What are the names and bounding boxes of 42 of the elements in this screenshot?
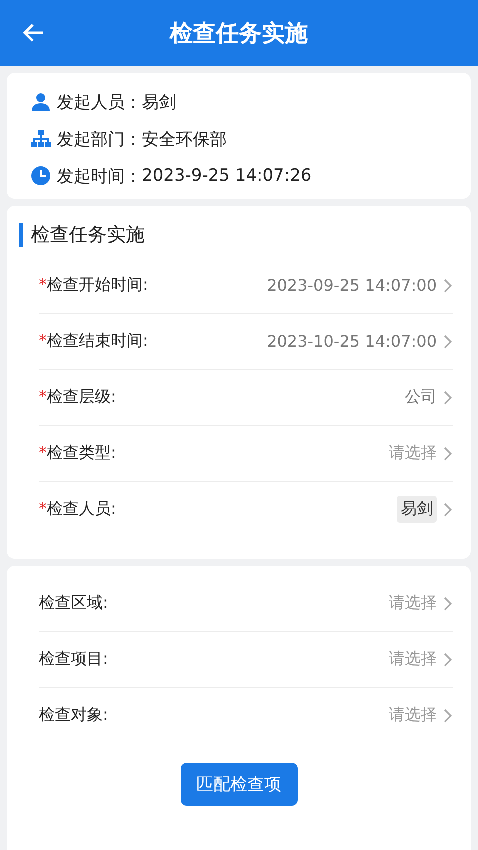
field-label: 检查结束时间: bbox=[47, 331, 148, 352]
chevron-right-icon[interactable] bbox=[443, 278, 453, 294]
field-value: 2023-10-25 14:07:00 bbox=[267, 332, 437, 351]
info-value: 易剑 bbox=[142, 92, 176, 114]
person-tag: 易剑 bbox=[397, 496, 437, 523]
info-label: 发起部门： bbox=[57, 128, 142, 150]
field-value: 公司 bbox=[405, 387, 437, 408]
person-icon bbox=[31, 92, 51, 112]
field-label: 检查项目: bbox=[39, 649, 108, 670]
info-label: 发起时间： bbox=[57, 166, 142, 188]
field-label: 检查层级: bbox=[47, 387, 116, 408]
field-value: 2023-09-25 14:07:00 bbox=[267, 276, 437, 295]
org-chart-icon bbox=[31, 129, 51, 149]
select-field[interactable]: 请选择 bbox=[389, 649, 437, 670]
section-title: 检查任务实施 bbox=[31, 223, 145, 248]
info-label: 发起人员： bbox=[57, 92, 142, 114]
select-field[interactable]: 请选择 bbox=[389, 443, 437, 464]
select-field[interactable]: 请选择 bbox=[389, 593, 437, 614]
chevron-right-icon[interactable] bbox=[443, 708, 453, 724]
field-label: 检查类型: bbox=[47, 443, 116, 464]
chevron-right-icon[interactable] bbox=[443, 596, 453, 612]
field-label: 检查开始时间: bbox=[47, 275, 148, 296]
required-mark: * bbox=[39, 443, 47, 464]
required-mark: * bbox=[39, 331, 47, 352]
required-mark: * bbox=[39, 499, 47, 520]
section-marker bbox=[19, 223, 23, 247]
field-label: 检查区域: bbox=[39, 593, 108, 614]
page-title: 检查任务实施 bbox=[170, 20, 308, 48]
required-mark: * bbox=[39, 275, 47, 296]
chevron-right-icon[interactable] bbox=[443, 390, 453, 406]
field-label: 检查人员: bbox=[47, 499, 116, 520]
info-value: 2023-9-25 14:07:26 bbox=[142, 166, 312, 186]
chevron-right-icon[interactable] bbox=[443, 652, 453, 668]
select-field[interactable]: 请选择 bbox=[389, 705, 437, 726]
match-button[interactable]: 匹配检查项 bbox=[180, 763, 298, 806]
chevron-right-icon[interactable] bbox=[443, 502, 453, 518]
required-mark: * bbox=[39, 387, 47, 408]
chevron-right-icon[interactable] bbox=[443, 334, 453, 350]
chevron-right-icon[interactable] bbox=[443, 446, 453, 462]
field-label: 检查对象: bbox=[39, 705, 108, 726]
clock-icon bbox=[31, 166, 51, 186]
info-value: 安全环保部 bbox=[142, 128, 227, 150]
